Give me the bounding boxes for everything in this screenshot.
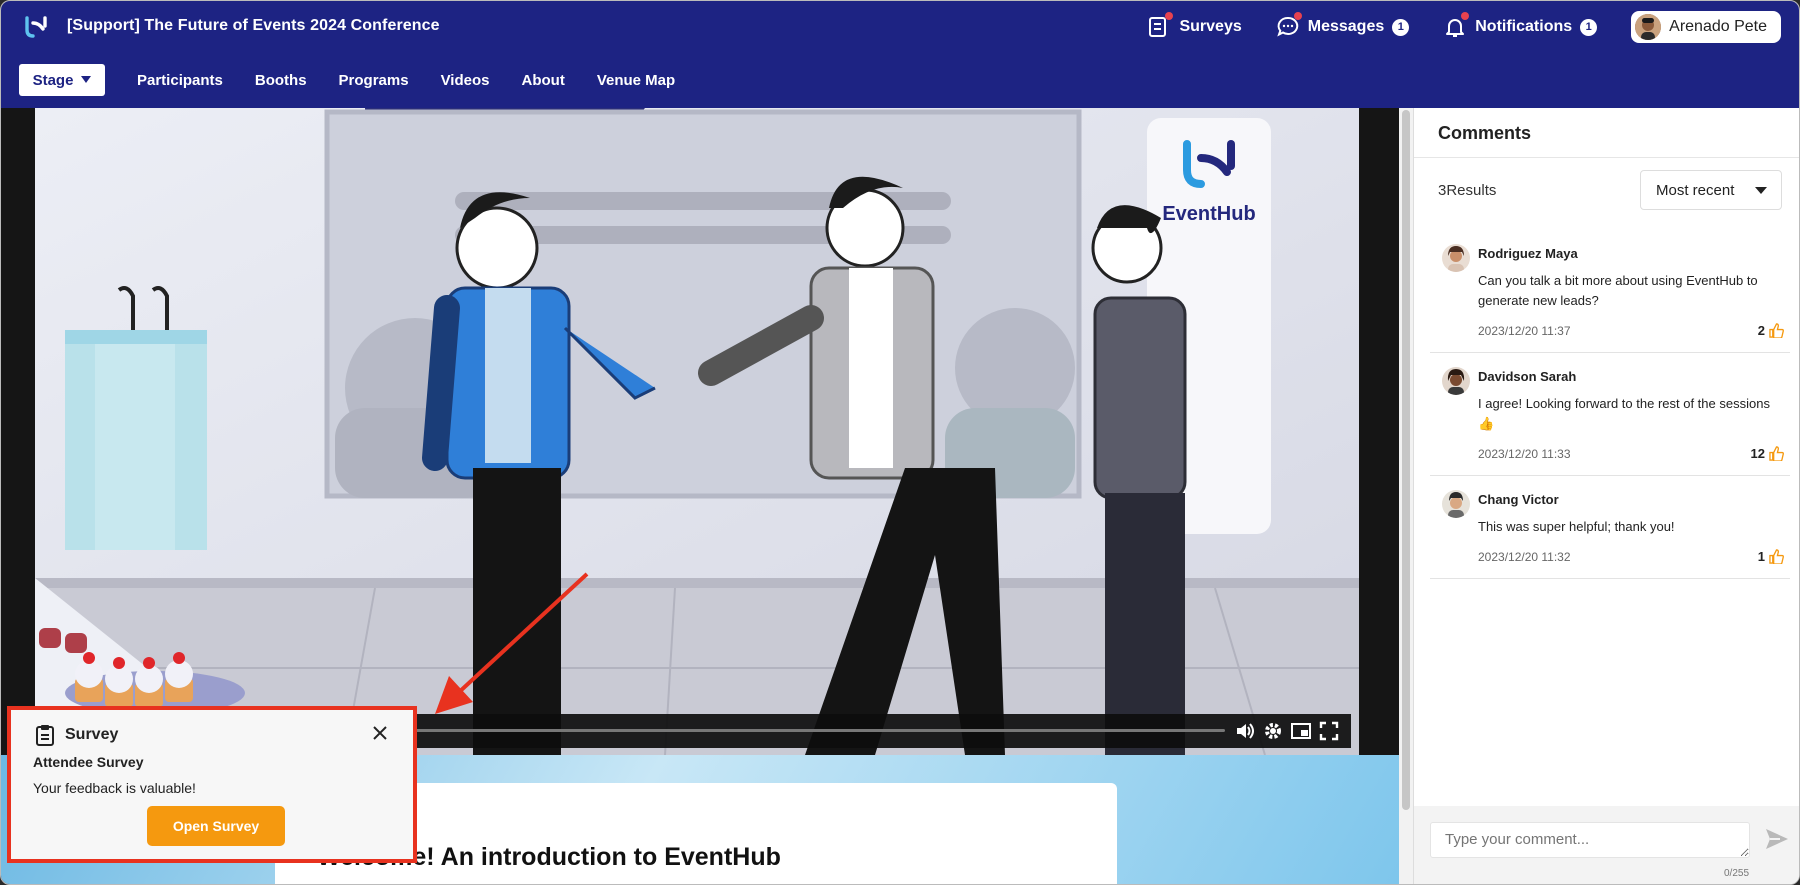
like-button[interactable]: 2 <box>1758 323 1784 338</box>
main-nav: Stage Participants Booths Programs Video… <box>19 64 695 96</box>
video-player[interactable]: EventHub <box>35 108 1359 755</box>
video-frame-illustration: EventHub <box>35 108 1359 755</box>
send-icon <box>1766 829 1788 849</box>
comment-composer: 0/255 <box>1414 806 1799 884</box>
messages-count-badge: 1 <box>1392 18 1410 36</box>
list-item: Davidson Sarah I agree! Looking forward … <box>1430 353 1790 476</box>
sort-value: Most recent <box>1656 181 1735 199</box>
notifications-button[interactable]: Notifications 1 <box>1443 12 1598 39</box>
like-button[interactable]: 1 <box>1758 549 1784 564</box>
survey-popup: Survey Attendee Survey Your feedback is … <box>7 706 417 863</box>
caret-down-icon <box>81 76 92 83</box>
messages-alert-dot <box>1293 12 1302 20</box>
bell-icon <box>1443 12 1470 39</box>
send-button[interactable] <box>1764 826 1790 852</box>
messages-label: Messages <box>1307 18 1385 35</box>
nav-videos[interactable]: Videos <box>429 72 502 89</box>
comment-input[interactable] <box>1430 822 1750 858</box>
eventhub-sign-text: EventHub <box>1162 203 1255 225</box>
comment-author: Chang Victor <box>1478 492 1559 507</box>
nav-about[interactable]: About <box>510 72 577 89</box>
survey-message: Your feedback is valuable! <box>33 780 196 796</box>
comments-list: Rodriguez Maya Can you talk a bit more a… <box>1430 230 1790 579</box>
chat-bubble-icon <box>1276 12 1302 39</box>
thumbs-up-icon <box>1769 446 1784 461</box>
like-count: 1 <box>1757 549 1765 564</box>
survey-name: Attendee Survey <box>33 754 144 770</box>
survey-popup-title: Survey <box>65 726 119 743</box>
user-name: Arenado Pete <box>1669 18 1767 35</box>
fullscreen-icon[interactable] <box>1319 721 1339 741</box>
progress-track <box>415 729 1225 732</box>
like-button[interactable]: 12 <box>1751 446 1784 461</box>
caret-down-icon <box>1755 187 1767 194</box>
comment-time: 2023/12/20 11:33 <box>1478 446 1571 461</box>
comments-sort-select[interactable]: Most recent <box>1640 170 1782 210</box>
open-survey-button[interactable]: Open Survey <box>147 806 285 846</box>
eventhub-logo-icon[interactable] <box>23 15 51 39</box>
list-item: Chang Victor This was super helpful; tha… <box>1430 476 1790 579</box>
comment-text: Can you talk a bit more about using Even… <box>1478 273 1758 308</box>
user-menu-button[interactable]: Arenado Pete <box>1631 11 1781 43</box>
surveys-alert-dot <box>1165 12 1174 20</box>
surveys-label: Surveys <box>1179 18 1242 35</box>
notifications-alert-dot <box>1461 12 1470 20</box>
list-item: Rodriguez Maya Can you talk a bit more a… <box>1430 230 1790 353</box>
comment-author: Davidson Sarah <box>1478 369 1577 384</box>
avatar <box>1635 14 1662 40</box>
like-count: 2 <box>1757 323 1765 338</box>
close-icon[interactable] <box>373 726 387 740</box>
notifications-label: Notifications <box>1475 18 1573 35</box>
app-window: [Support] The Future of Events 2024 Conf… <box>0 0 1800 885</box>
avatar <box>1442 367 1470 395</box>
messages-button[interactable]: Messages 1 <box>1276 12 1410 39</box>
comments-panel: Comments 3Results Most recent Rodriguez … <box>1413 108 1799 884</box>
picture-in-picture-icon[interactable] <box>1291 721 1311 741</box>
stage-scrollbar[interactable] <box>1399 108 1413 884</box>
comments-result-count: 3Results <box>1438 182 1497 199</box>
nav-venue-map[interactable]: Venue Map <box>585 72 687 89</box>
comment-time: 2023/12/20 11:37 <box>1478 323 1571 338</box>
top-actions: Surveys Messages 1 Notifications 1 Arena… <box>1147 11 1781 43</box>
char-counter: 0/255 <box>1724 868 1750 879</box>
comment-text: I agree! Looking forward to the rest of … <box>1478 396 1770 431</box>
comment-author: Rodriguez Maya <box>1478 246 1578 261</box>
volume-icon[interactable] <box>1235 721 1255 741</box>
comments-heading: Comments <box>1414 108 1799 158</box>
annotation-arrow-icon <box>435 572 589 714</box>
top-bar: [Support] The Future of Events 2024 Conf… <box>1 1 1799 108</box>
avatar <box>1442 244 1470 272</box>
stage-scroll-thumb[interactable] <box>1402 110 1410 810</box>
nav-programs[interactable]: Programs <box>327 72 421 89</box>
nav-booths[interactable]: Booths <box>243 72 319 89</box>
like-count: 12 <box>1750 446 1765 461</box>
thumbs-up-icon <box>1769 549 1784 564</box>
avatar <box>1442 490 1470 518</box>
nav-stage-dropdown[interactable]: Stage <box>19 64 105 96</box>
nav-stage-label: Stage <box>32 71 74 89</box>
nav-participants[interactable]: Participants <box>125 72 235 89</box>
comment-time: 2023/12/20 11:32 <box>1478 549 1571 564</box>
survey-list-icon <box>1147 12 1174 39</box>
comment-text: This was super helpful; thank you! <box>1478 519 1675 534</box>
notifications-count-badge: 1 <box>1580 18 1598 36</box>
settings-gear-icon[interactable] <box>1263 721 1283 741</box>
event-title: [Support] The Future of Events 2024 Conf… <box>67 17 440 34</box>
surveys-button[interactable]: Surveys <box>1147 12 1242 39</box>
clipboard-icon <box>35 724 55 746</box>
thumbs-up-icon <box>1769 323 1784 338</box>
